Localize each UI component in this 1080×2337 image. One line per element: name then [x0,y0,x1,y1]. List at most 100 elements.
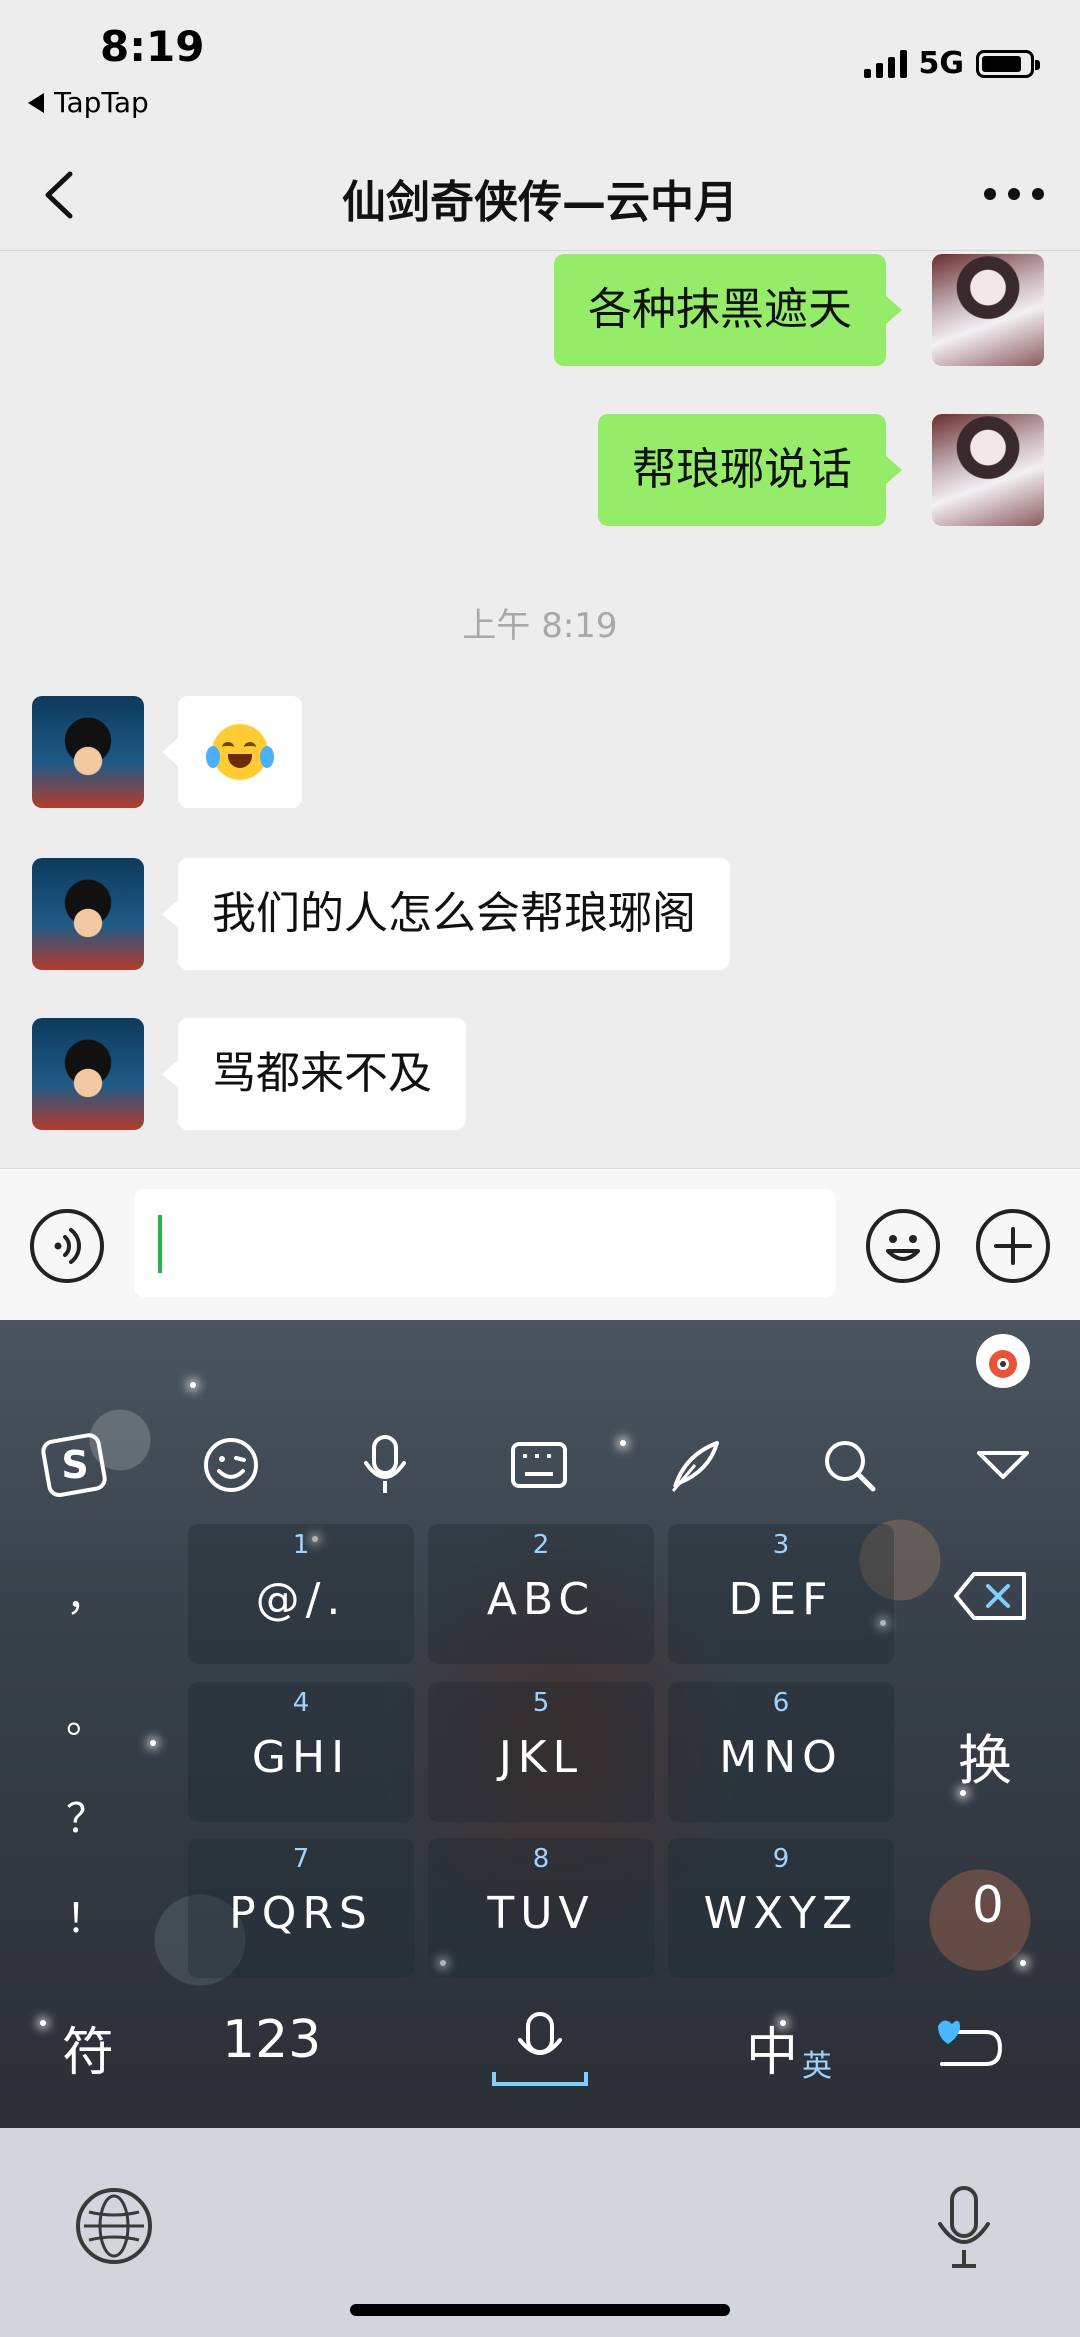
collapse-triangle-icon [977,1451,1029,1479]
key-number: 2 [532,1530,550,1560]
microphone-icon [364,1435,406,1493]
key-8[interactable]: 8 TUV [428,1838,654,1978]
more-dots-icon[interactable] [984,182,1044,206]
key-1[interactable]: 1 @/. [188,1524,414,1664]
contact-avatar-image [32,696,144,808]
english-sub-label: 英 [802,2049,833,2084]
language-switch-key[interactable]: 中 英 [746,2010,832,2085]
message-row: 骂都来不及 [162,1018,466,1130]
emoji-button[interactable] [866,1209,940,1283]
key-label: MNO [719,1732,843,1783]
symbols-key[interactable]: 符 [62,2010,114,2085]
bubble-tail [162,900,178,928]
skin-mascot-button[interactable] [976,1334,1030,1388]
back-to-app-link[interactable]: TapTap [28,86,149,119]
svg-text:S: S [61,1443,88,1487]
bubble-tail [886,296,902,324]
avatar[interactable] [932,254,1044,366]
keyboard-icon [511,1442,567,1488]
chinese-label: 中 [746,2023,799,2083]
mic-icon[interactable] [934,2184,994,2272]
voice-input-button[interactable] [30,1209,104,1283]
text-cursor [158,1215,162,1273]
key-label: WXYZ [703,1888,859,1939]
key-5[interactable]: 5 JKL [428,1682,654,1822]
key-label: DEF [728,1574,834,1625]
message-timestamp: 上午 8:19 [462,606,618,646]
search-tool-button[interactable] [814,1430,884,1500]
zero-key[interactable]: 0 [972,1876,1004,1934]
switch-key[interactable]: 换 [958,1716,1012,1795]
punct-key[interactable]: ？ [66,1786,106,1844]
message-row: 各种抹黑遮天 [554,254,902,366]
key-number: 3 [772,1530,790,1560]
punct-key[interactable]: ！ [66,1886,106,1944]
key-4[interactable]: 4 GHI [188,1682,414,1822]
self-avatar-image [932,254,1044,366]
key-number: 9 [772,1844,790,1874]
backspace-key[interactable] [950,1566,1030,1626]
message-bubble[interactable]: 帮琅琊说话 [598,414,886,526]
chat-header: 仙剑奇侠传—云中月 [0,140,1080,251]
message-bubble[interactable]: 我们的人怎么会帮琅琊阁 [178,858,730,970]
input-bar [0,1168,1080,1321]
keyboard-tool-button[interactable] [504,1430,574,1500]
mascot-icon [989,1350,1017,1378]
back-triangle-icon [28,92,44,113]
emoji-message-bubble[interactable] [178,696,302,808]
battery-icon [976,49,1040,78]
voice-icon [54,1228,81,1264]
key-number: 4 [292,1688,310,1718]
voice-tool-button[interactable] [350,1430,420,1500]
status-time: 8:19 [100,22,205,71]
avatar[interactable] [32,696,144,808]
emoji-tool-button[interactable] [196,1430,266,1500]
sogou-logo-button[interactable]: S [40,1430,110,1500]
key-number: 5 [532,1688,550,1718]
avatar[interactable] [32,858,144,970]
numbers-key[interactable]: 123 [222,2010,321,2070]
space-voice-key[interactable] [490,2010,590,2090]
space-microphone-icon [492,2012,588,2086]
home-indicator [350,2304,730,2316]
key-label: JKL [498,1732,584,1783]
key-6[interactable]: 6 MNO [668,1682,894,1822]
key-label: @/. [255,1574,347,1625]
key-label: PQRS [229,1888,373,1939]
search-icon [825,1441,876,1492]
message-row: 帮琅琊说话 [598,414,902,526]
bubble-tail [162,1060,178,1088]
status-indicators: 5G [863,46,1040,81]
key-number: 7 [292,1844,310,1874]
quill-icon [671,1441,719,1492]
key-9[interactable]: 9 WXYZ [668,1838,894,1978]
message-bubble[interactable]: 骂都来不及 [178,1018,466,1130]
punct-key[interactable]: 。 [66,1686,106,1744]
key-label: TUV [487,1888,595,1939]
chat-title: 仙剑奇侠传—云中月 [342,177,738,228]
key-number: 1 [292,1530,310,1560]
sogou-keyboard: S ， 。 ？ ！ 1 @/. 2 ABC 3 DEF 4 GHI 5 JKL … [0,1320,1080,2128]
globe-icon[interactable] [76,2188,152,2264]
key-2[interactable]: 2 ABC [428,1524,654,1664]
avatar[interactable] [32,1018,144,1130]
key-number: 6 [772,1688,790,1718]
key-7[interactable]: 7 PQRS [188,1838,414,1978]
avatar[interactable] [932,414,1044,526]
backspace-icon [954,1572,1026,1620]
message-bubble[interactable]: 各种抹黑遮天 [554,254,886,366]
collapse-keyboard-button[interactable] [968,1430,1038,1500]
handwriting-tool-button[interactable] [660,1430,730,1500]
plus-button[interactable] [976,1209,1050,1283]
message-input[interactable] [134,1189,836,1297]
punct-key[interactable]: ， [66,1564,106,1622]
back-app-label: TapTap [54,86,149,119]
key-3[interactable]: 3 DEF [668,1524,894,1664]
enter-key[interactable] [930,2010,1006,2080]
message-row [162,696,302,808]
return-arrow-icon [938,2020,1003,2066]
self-avatar-image [932,414,1044,526]
emoji-wink-icon [204,1438,258,1492]
network-label: 5G [918,46,965,81]
system-keyboard-bar [0,2128,1080,2337]
